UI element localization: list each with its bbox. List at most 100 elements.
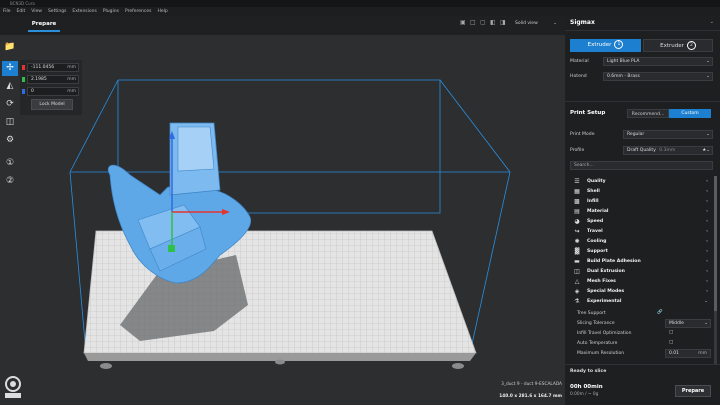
- menu-edit[interactable]: Edit: [14, 7, 29, 16]
- tab-custom[interactable]: Custom: [669, 109, 711, 118]
- prepare-button[interactable]: Prepare: [675, 385, 711, 397]
- y-coordinate-row: 2.1985 mm: [22, 75, 80, 84]
- menu-help[interactable]: Help: [154, 7, 170, 16]
- support-icon: ▓: [574, 248, 580, 255]
- z-unit: mm: [67, 89, 76, 94]
- scrollbar-thumb[interactable]: [714, 176, 717, 311]
- profile-dropdown[interactable]: Draft Quality 0.3mm ★⌄: [623, 146, 713, 155]
- category-cooling[interactable]: ✺ Cooling ‹: [573, 237, 708, 247]
- category-speed[interactable]: ◕ Speed ‹: [573, 217, 708, 227]
- menu-extensions[interactable]: Extensions: [69, 7, 99, 16]
- category-build-plate-adhesion[interactable]: ▬ Build Plate Adhesion ‹: [573, 257, 708, 267]
- chevron-left-icon: ‹: [706, 249, 708, 254]
- setting-infill-travel-optimization: Infill Travel Optimization: [577, 331, 632, 336]
- category-shell[interactable]: ▦ Shell ‹: [573, 187, 708, 197]
- model-info: 3_duct 9 - duct 9-ESCALADA 140.0 x 281.6…: [470, 382, 562, 400]
- category-infill[interactable]: ▩ Infill ‹: [573, 197, 708, 207]
- per-model-settings-icon[interactable]: ⚙: [2, 133, 18, 148]
- quality-icon: ☰: [574, 178, 580, 185]
- menu-preferences[interactable]: Preferences: [122, 7, 154, 16]
- mirror-tool-icon[interactable]: ◫: [2, 115, 18, 130]
- category-experimental[interactable]: ⚗ Experimental ⌄: [573, 297, 708, 307]
- category-dual-extrusion[interactable]: ◫ Dual Extrusion ‹: [573, 267, 708, 277]
- print-time: 00h 00min: [570, 384, 603, 390]
- model-dimensions: 140.0 x 281.6 x 164.7 mm: [499, 394, 562, 399]
- chevron-left-icon: ‹: [706, 209, 708, 214]
- move-tool-icon[interactable]: ✢: [2, 61, 18, 76]
- view-front-icon[interactable]: □: [470, 19, 476, 26]
- star-chevron-icon: ★⌄: [702, 148, 710, 153]
- category-travel[interactable]: ↪ Travel ‹: [573, 227, 708, 237]
- material-dropdown[interactable]: Light Blue PLA ⌄: [603, 57, 713, 66]
- setting-tree-support: Tree Support: [577, 311, 606, 316]
- setting-auto-temperature: Auto Temperature: [577, 341, 618, 346]
- chevron-left-icon: ‹: [706, 229, 708, 234]
- x-unit: mm: [67, 65, 76, 70]
- material-estimate: 0.00m / ~ 0g: [570, 392, 599, 397]
- view-3d-icon[interactable]: ▣: [460, 19, 466, 26]
- rotate-tool-icon[interactable]: ⟳: [2, 97, 18, 112]
- tab-prepare[interactable]: Prepare: [28, 19, 60, 32]
- chevron-down-icon[interactable]: ⌄: [710, 19, 714, 25]
- slice-status: Ready to slice: [570, 369, 607, 374]
- 3d-viewport[interactable]: [0, 35, 565, 400]
- travel-icon: ↪: [574, 228, 580, 235]
- x-axis-swatch: [22, 65, 25, 70]
- tab-recommended[interactable]: Recommend...: [627, 109, 669, 118]
- view-top-icon[interactable]: ▢: [480, 19, 486, 26]
- scale-tool-icon[interactable]: ◭: [2, 79, 18, 94]
- menu-view[interactable]: View: [28, 7, 45, 16]
- maximum-resolution-input[interactable]: 0.01 mm: [665, 349, 711, 358]
- menu-file[interactable]: File: [0, 7, 14, 16]
- lock-model-button[interactable]: Lock Model: [31, 99, 73, 110]
- chevron-left-icon: ‹: [706, 289, 708, 294]
- view-left-icon[interactable]: ◧: [490, 19, 496, 26]
- chevron-left-icon: ‹: [706, 199, 708, 204]
- extruder-2-icon[interactable]: ②: [2, 174, 18, 189]
- build-volume-scene: [69, 79, 511, 369]
- chevron-down-icon: ⌄: [706, 74, 710, 79]
- cura-window: BCN3D Cura File Edit View Settings Exten…: [0, 0, 720, 405]
- link-icon[interactable]: 🔗: [657, 310, 663, 315]
- y-axis-swatch: [22, 77, 25, 82]
- extruder-1-icon[interactable]: ①: [2, 156, 18, 171]
- settings-search-input[interactable]: Search...: [570, 161, 713, 170]
- window-title: BCN3D Cura: [0, 0, 720, 7]
- menu-settings[interactable]: Settings: [45, 7, 69, 16]
- z-coordinate-row: 0 mm: [22, 87, 80, 96]
- setting-maximum-resolution: Maximum Resolution: [577, 351, 625, 356]
- material-label: Material: [570, 59, 589, 64]
- model-name: 3_duct 9 - duct 9-ESCALADA: [501, 382, 562, 387]
- view-right-icon[interactable]: ◨: [500, 19, 506, 26]
- printer-name: Sigmax: [570, 19, 595, 26]
- hotend-dropdown[interactable]: 0.6mm - Brass ⌄: [603, 72, 713, 81]
- slicing-tolerance-dropdown[interactable]: Middle ⌄: [665, 319, 711, 328]
- menu-plugins[interactable]: Plugins: [100, 7, 122, 16]
- speed-icon: ◕: [574, 218, 580, 225]
- y-unit: mm: [67, 77, 76, 82]
- shell-icon: ▦: [574, 188, 580, 195]
- dual-extrusion-icon: ◫: [574, 268, 580, 275]
- category-quality[interactable]: ☰ Quality ‹: [573, 177, 708, 187]
- view-mode-dropdown[interactable]: Solid view ⌄: [515, 19, 559, 28]
- category-support[interactable]: ▓ Support ‹: [573, 247, 708, 257]
- settings-scrollbar[interactable]: [714, 176, 717, 371]
- chevron-down-icon: ⌄: [553, 21, 557, 26]
- print-mode-dropdown[interactable]: Regular ⌄: [623, 130, 713, 139]
- camera-view-buttons: ▣ □ ▢ ◧ ◨: [460, 19, 506, 26]
- open-file-icon[interactable]: 📁: [2, 40, 18, 55]
- hotend-label: Hotend: [570, 74, 587, 79]
- extruder-1-tab[interactable]: Extruder 1: [570, 39, 641, 52]
- auto-temperature-checkbox[interactable]: □: [669, 340, 673, 345]
- extruder-2-tab[interactable]: Extruder 2: [643, 39, 713, 52]
- chevron-down-icon: ⌄: [704, 299, 708, 304]
- material-icon: ▤: [574, 208, 580, 215]
- category-special-modes[interactable]: ◈ Special Modes ‹: [573, 287, 708, 297]
- bcn3d-logo: [4, 375, 22, 399]
- category-mesh-fixes[interactable]: △ Mesh Fixes ‹: [573, 277, 708, 287]
- mesh-fixes-icon: △: [574, 278, 580, 285]
- chevron-left-icon: ‹: [706, 259, 708, 264]
- infill-travel-checkbox[interactable]: □: [669, 330, 673, 335]
- category-material[interactable]: ▤ Material ‹: [573, 207, 708, 217]
- adhesion-icon: ▬: [574, 258, 580, 265]
